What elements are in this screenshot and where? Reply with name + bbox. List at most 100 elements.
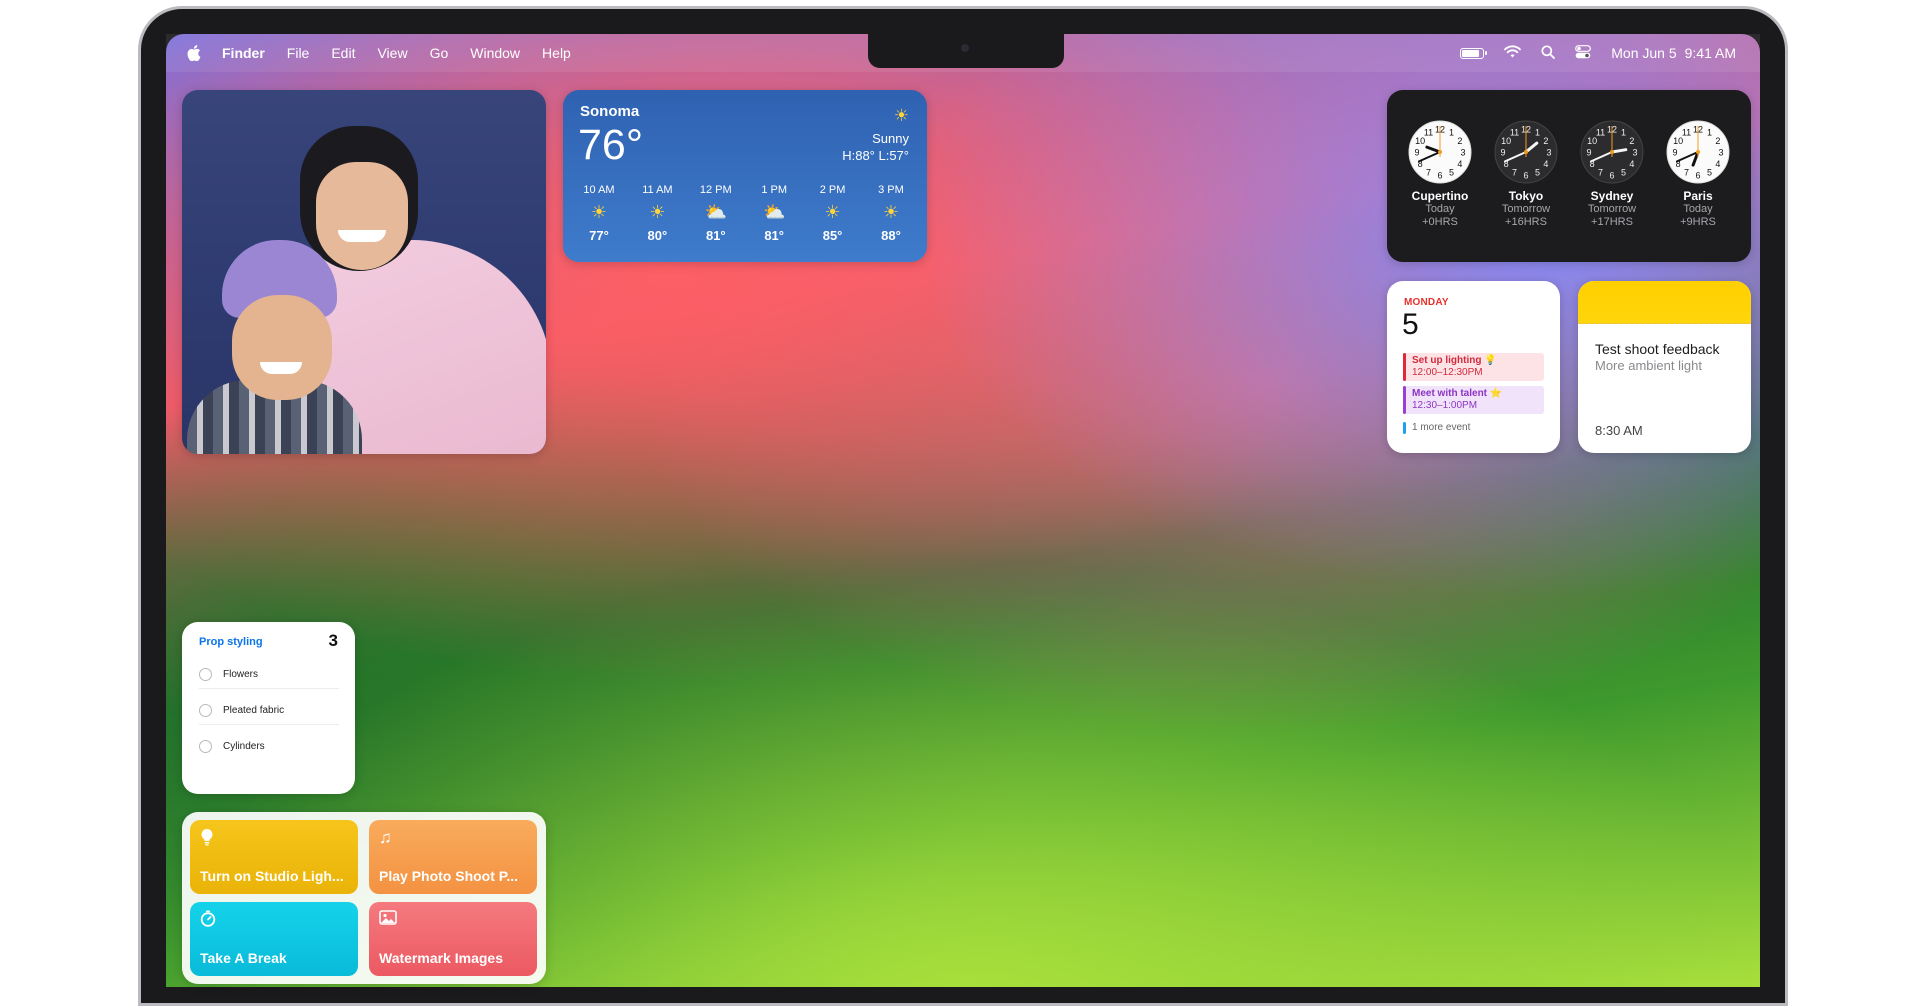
sun-icon: ☀ — [590, 201, 608, 222]
forecast-time: 10 AM — [583, 184, 615, 196]
menu-edit[interactable]: Edit — [331, 45, 355, 61]
clock-city: Tokyo — [1508, 189, 1544, 203]
wifi-icon[interactable] — [1504, 45, 1522, 61]
svg-text:7: 7 — [1512, 167, 1517, 177]
shortcut-label: Turn on Studio Ligh... — [200, 868, 344, 884]
clock-city: Paris — [1683, 189, 1713, 203]
shortcut-watermark-images[interactable]: Watermark Images — [369, 902, 537, 976]
svg-text:6: 6 — [1609, 171, 1614, 181]
weather-city: Sonoma — [580, 103, 640, 120]
forecast-hour: 1 PM ⛅ 81° — [746, 184, 802, 243]
reminder-item[interactable]: Flowers — [199, 658, 339, 689]
forecast-time: 1 PM — [761, 184, 788, 196]
reminders-widget[interactable]: Prop styling 3 Flowers Pleated fabric Cy… — [182, 622, 355, 794]
menu-app-name[interactable]: Finder — [222, 45, 265, 61]
svg-text:6: 6 — [1695, 171, 1700, 181]
clock-offset: +17HRS — [1591, 216, 1633, 228]
battery-icon[interactable] — [1460, 47, 1488, 59]
note-preview: More ambient light — [1595, 358, 1702, 373]
weather-widget[interactable]: Sonoma 76° ☀ Sunny H:88° L:57° 10 AM ☀ 7… — [563, 90, 927, 262]
checkbox-circle-icon[interactable] — [199, 704, 212, 717]
checkbox-circle-icon[interactable] — [199, 740, 212, 753]
reminder-item[interactable]: Pleated fabric — [199, 694, 339, 725]
reminder-label: Pleated fabric — [223, 705, 285, 716]
shortcut-label: Watermark Images — [379, 950, 503, 966]
clock-offset: +16HRS — [1505, 216, 1547, 228]
forecast-time: 12 PM — [699, 184, 732, 196]
reminder-list-title: Prop styling — [199, 636, 263, 648]
menu-view[interactable]: View — [377, 45, 407, 61]
svg-text:1: 1 — [1621, 128, 1626, 138]
svg-text:11: 11 — [1510, 128, 1519, 138]
svg-text:9: 9 — [1500, 148, 1505, 158]
search-icon[interactable] — [1541, 44, 1556, 62]
forecast-temp: 80° — [647, 228, 668, 243]
reminder-label: Flowers — [223, 669, 259, 680]
sun-icon: ☀ — [649, 201, 666, 222]
menu-items: Finder File Edit View Go Window Help — [222, 45, 571, 61]
menu-help[interactable]: Help — [542, 45, 571, 61]
status-menus: Mon Jun 5 9:41 AM — [1460, 44, 1736, 62]
clock-sydney: 1 2 3 4 5 6 7 8 9 10 11 12 Sydney Tomorrow +17HRS — [1571, 119, 1653, 229]
forecast-hour: 12 PM ⛅ 81° — [688, 184, 744, 243]
world-clock-widget[interactable]: 1 2 3 4 5 6 7 8 9 10 11 12 Cupertino Today +0HRS 12… — [1387, 90, 1751, 262]
clock-tokyo: 1 2 3 4 5 6 7 8 9 10 11 12 Tokyo Tomorrow +16HRS — [1485, 119, 1567, 229]
svg-text:9: 9 — [1414, 148, 1419, 158]
svg-text:2: 2 — [1715, 136, 1720, 146]
checkbox-circle-icon[interactable] — [199, 668, 212, 681]
svg-text:11: 11 — [1682, 128, 1691, 138]
clock-offset: +0HRS — [1422, 216, 1458, 228]
menubar-date[interactable]: Mon Jun 5 — [1611, 45, 1676, 61]
svg-text:3: 3 — [1632, 148, 1637, 158]
clock-city: Cupertino — [1411, 189, 1469, 203]
calendar-event[interactable]: Meet with talent ⭐ 12:30–1:00PM — [1403, 386, 1544, 414]
svg-text:3: 3 — [1546, 148, 1551, 158]
partly-cloudy-icon: ⛅ — [704, 201, 727, 222]
note-title: Test shoot feedback — [1595, 341, 1720, 357]
clock-offset: +9HRS — [1680, 216, 1716, 228]
weather-temperature: 76° — [578, 121, 644, 169]
forecast-hour: 11 AM ☀ 80° — [629, 184, 685, 243]
clock-cupertino: 1 2 3 4 5 6 7 8 9 10 11 12 Cupertino Today +0HRS — [1399, 119, 1481, 229]
clock-paris: 1 2 3 4 5 6 7 8 9 10 11 12 Paris Today +9HRS — [1657, 119, 1739, 229]
svg-text:5: 5 — [1535, 167, 1540, 177]
svg-text:4: 4 — [1457, 159, 1462, 169]
calendar-widget[interactable]: MONDAY 5 Set up lighting 💡 12:00–12:30PM… — [1387, 281, 1560, 453]
notes-widget[interactable]: Test shoot feedback More ambient light 8… — [1578, 281, 1751, 453]
hourly-forecast: 10 AM ☀ 77° 11 AM ☀ 80° 12 PM ⛅ 81° 1 PM… — [571, 184, 919, 243]
event-time: 12:30–1:00PM — [1412, 400, 1478, 411]
event-time: 12:00–12:30PM — [1412, 367, 1483, 378]
photos-widget[interactable] — [182, 90, 546, 454]
menu-file[interactable]: File — [287, 45, 310, 61]
shortcut-photo-shoot-playlist[interactable]: ♫ Play Photo Shoot P... — [369, 820, 537, 894]
forecast-temp: 81° — [705, 228, 726, 243]
reminder-label: Cylinders — [223, 741, 265, 752]
menubar-time[interactable]: 9:41 AM — [1685, 45, 1736, 61]
shortcut-take-a-break[interactable]: Take A Break — [190, 902, 358, 976]
forecast-time: 11 AM — [642, 184, 673, 196]
menu-go[interactable]: Go — [430, 45, 449, 61]
svg-text:4: 4 — [1543, 159, 1548, 169]
svg-text:4: 4 — [1715, 159, 1720, 169]
svg-text:5: 5 — [1449, 167, 1454, 177]
camera-notch — [868, 34, 1064, 68]
svg-text:1: 1 — [1707, 128, 1712, 138]
calendar-event[interactable]: Set up lighting 💡 12:00–12:30PM — [1403, 353, 1544, 381]
clock-face-icon: 1234567891011 12 — [1494, 120, 1558, 184]
apple-icon[interactable] — [186, 44, 202, 62]
shortcut-studio-lights[interactable]: Turn on Studio Ligh... — [190, 820, 358, 894]
control-center-icon[interactable] — [1575, 44, 1592, 62]
menu-window[interactable]: Window — [470, 45, 520, 61]
forecast-time: 3 PM — [878, 184, 904, 196]
timer-icon — [200, 910, 216, 932]
forecast-hour: 10 AM ☀ 77° — [571, 184, 627, 243]
svg-text:5: 5 — [1621, 167, 1626, 177]
svg-text:1: 1 — [1535, 128, 1540, 138]
reminder-item[interactable]: Cylinders — [199, 730, 339, 760]
notes-header-bar — [1578, 281, 1751, 324]
more-events-label[interactable]: 1 more event — [1403, 422, 1470, 434]
forecast-temp: 85° — [822, 228, 843, 243]
partly-cloudy-icon: ⛅ — [762, 201, 786, 222]
shortcut-label: Play Photo Shoot P... — [379, 868, 518, 884]
svg-text:6: 6 — [1437, 171, 1442, 181]
